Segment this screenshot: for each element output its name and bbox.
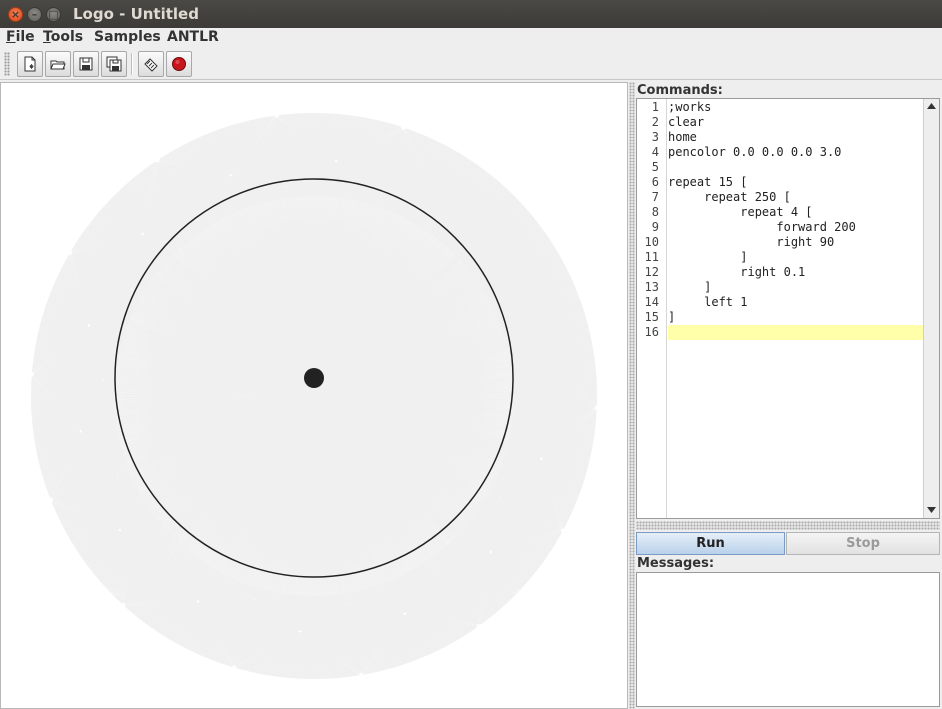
new-file-icon <box>24 56 36 72</box>
toolbar <box>0 48 942 80</box>
drawing-canvas[interactable] <box>0 82 628 709</box>
close-icon: × <box>10 8 21 21</box>
code-line: forward 200 <box>668 220 856 234</box>
open-button[interactable] <box>45 51 71 77</box>
line-number: 5 <box>651 160 659 174</box>
menu-tools-rest: ools <box>50 29 84 45</box>
record-button[interactable] <box>166 51 192 77</box>
line-number: 2 <box>651 115 659 129</box>
code-line: ;works <box>668 100 712 114</box>
current-line-highlight <box>668 325 923 340</box>
reformat-button[interactable] <box>138 51 164 77</box>
scroll-up-button[interactable] <box>924 99 939 114</box>
line-number: 15 <box>644 310 659 324</box>
line-number: 14 <box>644 295 659 309</box>
save-icon <box>79 57 93 71</box>
line-number: 11 <box>644 250 659 264</box>
window-title: Logo - Untitled <box>73 5 199 23</box>
code-line: right 90 <box>668 235 835 249</box>
code-line: pencolor 0.0 0.0 0.0 3.0 <box>668 145 842 159</box>
code-line: clear <box>668 115 705 129</box>
title-bar: × – □ Logo - Untitled <box>0 0 942 28</box>
editor-scrollbar[interactable] <box>923 99 939 518</box>
open-folder-icon <box>50 60 66 70</box>
turtle-center <box>304 368 324 388</box>
menu-file-mnemonic: F <box>6 29 16 45</box>
reformat-icon <box>144 58 158 72</box>
code-line: left 1 <box>668 295 748 309</box>
code-line: right 0.1 <box>668 265 806 279</box>
toolbar-separator <box>131 53 133 75</box>
menu-file[interactable]: File <box>6 29 35 45</box>
run-button[interactable]: Run <box>636 532 785 555</box>
code-line: ] <box>668 310 676 324</box>
save-as-icon <box>106 56 122 72</box>
toolbar-grip[interactable] <box>4 52 10 76</box>
code-line: ] <box>668 250 748 264</box>
save-button[interactable] <box>73 51 99 77</box>
line-number: 12 <box>644 265 659 279</box>
turtle-drawing <box>30 112 598 680</box>
vertical-split-divider[interactable] <box>636 521 940 530</box>
line-number: 1 <box>651 100 659 114</box>
menu-tools[interactable]: Tools <box>43 29 83 45</box>
arrow-up-icon <box>927 103 936 109</box>
maximize-window-button[interactable]: □ <box>46 7 61 22</box>
save-as-button[interactable] <box>101 51 127 77</box>
record-icon <box>172 57 186 71</box>
menu-bar: File Tools Samples ANTLR <box>0 28 942 48</box>
line-number: 4 <box>651 145 659 159</box>
code-line: home <box>668 130 697 144</box>
line-number: 10 <box>644 235 659 249</box>
line-number: 7 <box>651 190 659 204</box>
arrow-down-icon <box>927 507 936 513</box>
line-number: 8 <box>651 205 659 219</box>
code-line: repeat 4 [ <box>668 205 813 219</box>
line-number: 13 <box>644 280 659 294</box>
menu-antlr[interactable]: ANTLR <box>167 29 219 45</box>
line-number: 3 <box>651 130 659 144</box>
messages-label: Messages: <box>637 556 715 571</box>
menu-file-rest: ile <box>15 29 35 45</box>
code-line: repeat 15 [ <box>668 175 748 189</box>
line-number: 16 <box>644 325 659 339</box>
stop-button[interactable]: Stop <box>786 532 940 555</box>
messages-area[interactable] <box>636 572 940 707</box>
commands-label: Commands: <box>637 83 723 98</box>
maximize-icon: □ <box>48 8 59 21</box>
minimize-window-button[interactable]: – <box>27 7 42 22</box>
split-pane-divider[interactable] <box>629 82 635 709</box>
new-file-button[interactable] <box>17 51 43 77</box>
line-number: 6 <box>651 175 659 189</box>
scroll-down-button[interactable] <box>924 503 939 518</box>
commands-editor[interactable]: 1 2 3 4 5 6 7 8 9 10 11 12 13 14 15 16 ;works clear home p… <box>636 98 940 519</box>
menu-tools-mnemonic: T <box>43 29 51 45</box>
minimize-icon: – <box>31 8 38 21</box>
menu-samples[interactable]: Samples <box>94 29 161 45</box>
line-number-gutter: 1 2 3 4 5 6 7 8 9 10 11 12 13 14 15 16 <box>637 99 667 518</box>
close-window-button[interactable]: × <box>8 7 23 22</box>
code-line: repeat 250 [ <box>668 190 791 204</box>
code-line: ] <box>668 280 712 294</box>
line-number: 9 <box>651 220 659 234</box>
